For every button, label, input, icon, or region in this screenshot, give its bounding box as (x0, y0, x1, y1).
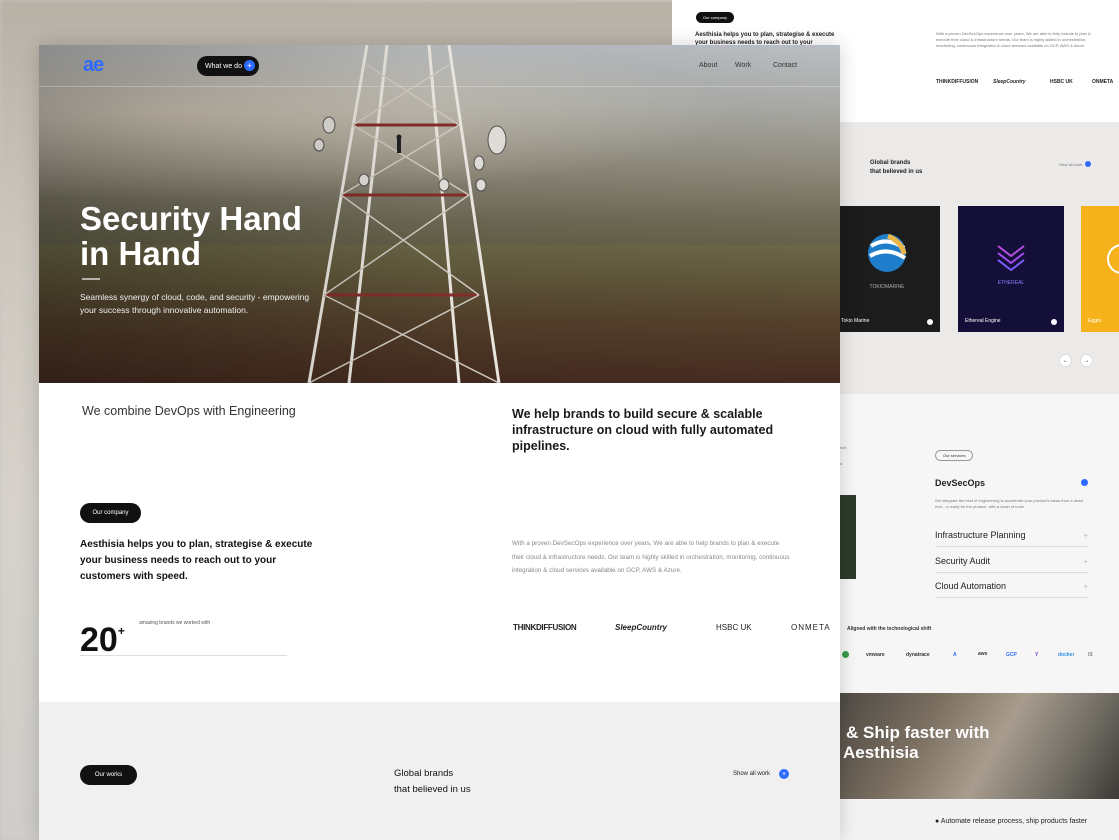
services-partial-text: nch (840, 445, 847, 450)
side-company-pill[interactable]: Our company (696, 12, 735, 23)
service-label: Infrastructure Planning (935, 530, 1026, 540)
combine-heading: We combine DevOps with Engineering (82, 404, 296, 418)
tech-y: Y (1035, 652, 1039, 658)
works-heading-line2: that believed in us (394, 784, 471, 795)
service-description: We integrate the best of engineering to … (935, 498, 1083, 509)
side-brand-onmeta: ONMETA (1092, 79, 1114, 85)
tech-vmware: vmware (866, 652, 885, 658)
side-brand-sleepcountry: SleepCountry (993, 79, 1026, 85)
hero-title: Security Hand in Hand (80, 201, 302, 271)
hero-title-line1: Security Hand (80, 200, 302, 237)
tech-logo-icon (842, 651, 849, 658)
side-proven-text: With a proven DevSecOps experience over … (936, 31, 1091, 48)
what-we-do-button[interactable]: What we do + (197, 56, 259, 76)
show-all-work-link[interactable]: Show all work (733, 771, 770, 777)
side-card-ethereal-engine[interactable]: ETHEREAL Ethereal Engine (958, 206, 1064, 332)
plus-icon: + (244, 60, 255, 71)
services-partial-text-2: a (840, 461, 843, 466)
side-card-eggro[interactable]: Eggro (1081, 206, 1119, 332)
ship-title-line1: & Ship faster with (846, 723, 990, 742)
side-global-line2: that believed in us (870, 169, 923, 175)
works-section: Our works Global brands that believed in… (39, 702, 840, 840)
arrow-icon (927, 319, 933, 325)
hero-divider (82, 278, 100, 280)
service-infrastructure-planning[interactable]: Infrastructure Planning + (935, 530, 1088, 547)
tech-docker: docker (1058, 652, 1075, 658)
nav-link-contact[interactable]: Contact (773, 62, 797, 69)
card-caption: Tokio Marine (841, 318, 870, 324)
card-caption: Eggro (1088, 318, 1102, 324)
stat-divider (80, 655, 287, 656)
side-brand-thinkdiffusion: THINKDIFFUSION (936, 79, 979, 85)
brand-sleepcountry: SleepCountry (615, 623, 668, 632)
tech-is: IS (1088, 652, 1093, 658)
tech-aws: aws (978, 651, 988, 657)
automate-text: Automate release process, ship products … (940, 818, 1088, 825)
nav-link-work[interactable]: Work (735, 62, 751, 69)
active-dot-icon (1081, 479, 1088, 486)
ethereal-logo-text: ETHEREAL (997, 280, 1025, 286)
hero-section: ae What we do + About Work Contact Secur… (39, 45, 840, 383)
ethereal-chevron-icon (997, 245, 1025, 272)
next-arrow-icon[interactable]: → (1080, 354, 1093, 367)
brand-logo[interactable]: ae (83, 54, 104, 77)
services-image (840, 495, 856, 579)
services-pill[interactable]: Our services (935, 450, 974, 461)
plus-icon: + (1083, 531, 1088, 540)
tech-a: A (953, 652, 957, 658)
stat-label: amazing brands we worked with (139, 620, 211, 626)
service-devsecops[interactable]: DevSecOps (935, 478, 1088, 494)
brand-hsbc: HSBC UK (716, 623, 752, 632)
service-label: Cloud Automation (935, 581, 1007, 591)
main-page: ae What we do + About Work Contact Secur… (39, 45, 840, 840)
card-caption: Ethereal Engine (965, 318, 1001, 324)
arrow-icon (1051, 319, 1057, 325)
automate-bullet: ● Automate release process, ship product… (935, 818, 1088, 825)
works-heading: Global brands that believed in us (394, 766, 471, 798)
side-card-tokio-marine[interactable]: TOKIOMARINE Tokio Marine (834, 206, 940, 332)
side-company-headline: Aesthisia helps you to plan, strategise … (695, 32, 835, 45)
hero-subtitle: Seamless synergy of cloud, code, and sec… (80, 292, 310, 315)
side-global-line1: Global brands (870, 160, 911, 166)
side-brand-hsbc: HSBC UK (1050, 79, 1073, 85)
nav-link-about[interactable]: About (699, 62, 717, 69)
company-headline: Aesthisia helps you to plan, strategise … (80, 539, 313, 582)
eggro-logo-icon (1107, 244, 1119, 274)
ship-faster-banner: & Ship faster with Aesthisia (840, 693, 1119, 799)
service-label: DevSecOps (935, 478, 986, 488)
help-heading: We help brands to build secure & scalabl… (512, 407, 774, 453)
plus-icon[interactable]: + (779, 769, 789, 779)
brand-onmeta: ONMETA (791, 623, 831, 632)
our-company-pill[interactable]: Our company (80, 503, 141, 523)
service-cloud-automation[interactable]: Cloud Automation + (935, 581, 1088, 598)
service-label: Security Audit (935, 556, 991, 566)
what-we-do-label: What we do (205, 62, 242, 70)
tokio-marine-globe-icon (868, 233, 907, 272)
prev-arrow-icon[interactable]: ← (1059, 354, 1072, 367)
plus-icon: + (1083, 557, 1088, 566)
tech-dynatrace: dynatrace (906, 652, 930, 658)
plus-icon: + (1083, 582, 1088, 591)
tokio-marine-logo-text: TOKIOMARINE (869, 284, 905, 290)
our-works-pill[interactable]: Our works (80, 765, 137, 785)
top-nav: ae What we do + About Work Contact (39, 45, 840, 87)
stat-plus: + (117, 624, 125, 638)
stat-value: 20 (80, 621, 118, 659)
tech-gcp: GCP (1006, 652, 1017, 658)
ship-title-line2: Aesthisia (843, 743, 919, 762)
service-security-audit[interactable]: Security Audit + (935, 556, 1088, 573)
company-description: With a proven DevSecOps experience over … (512, 540, 790, 574)
works-heading-line1: Global brands (394, 768, 454, 779)
hero-title-line2: in Hand (80, 235, 201, 272)
side-view-all-link[interactable]: View all work (1059, 162, 1082, 168)
side-view-all-icon[interactable] (1085, 161, 1091, 167)
aligned-heading: Aligned with the technological shift (847, 626, 932, 632)
brand-thinkdiffusion: THINKDIFFUSION (513, 623, 577, 632)
